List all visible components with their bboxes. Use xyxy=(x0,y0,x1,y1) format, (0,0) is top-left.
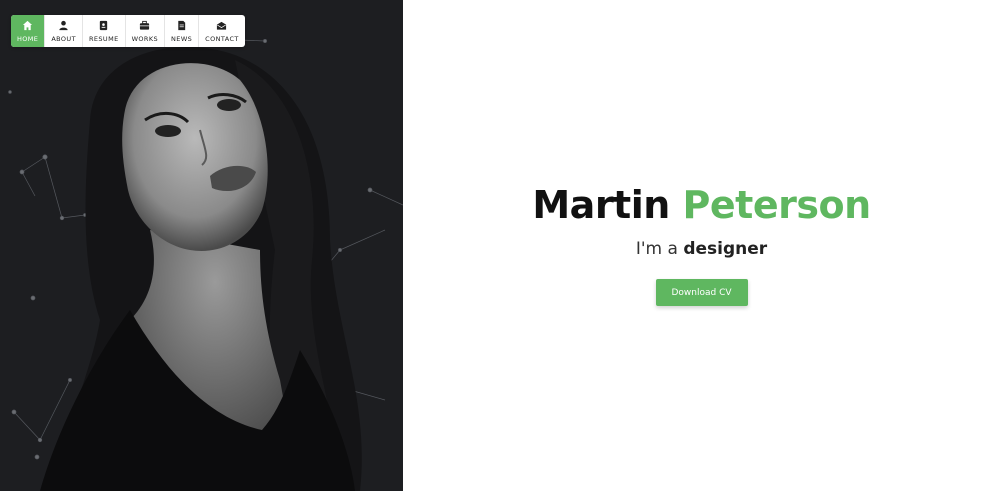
tagline-role: designer xyxy=(683,239,768,259)
nav-label: NEWS xyxy=(171,34,193,43)
hero-photo-panel xyxy=(0,0,403,491)
home-icon xyxy=(22,20,34,32)
hero-name: Martin Peterson xyxy=(532,183,872,227)
nav-item-works[interactable]: WORKS xyxy=(126,15,166,47)
first-name: Martin xyxy=(532,183,670,227)
portrait-image xyxy=(0,0,403,491)
nav-label: ABOUT xyxy=(51,34,76,43)
news-icon xyxy=(176,20,188,32)
resume-icon xyxy=(98,20,110,32)
nav-label: HOME xyxy=(17,34,39,43)
nav-item-about[interactable]: ABOUT xyxy=(45,15,83,47)
tagline-prefix: I'm a xyxy=(635,239,678,259)
hero-section: Martin Peterson I'm a designer Download … xyxy=(403,0,1000,491)
nav-item-news[interactable]: NEWS xyxy=(165,15,200,47)
download-cv-button[interactable]: Download CV xyxy=(655,279,748,306)
briefcase-icon xyxy=(139,20,151,32)
nav-label: CONTACT xyxy=(205,34,239,43)
envelope-icon xyxy=(216,20,228,32)
hero-tagline: I'm a designer xyxy=(636,239,767,259)
nav-item-contact[interactable]: CONTACT xyxy=(199,15,245,47)
last-name: Peterson xyxy=(682,183,872,227)
main-nav: HOME ABOUT RESUME WORKS NEWS CONTACT xyxy=(11,15,245,47)
nav-item-resume[interactable]: RESUME xyxy=(83,15,126,47)
nav-item-home[interactable]: HOME xyxy=(11,15,46,47)
user-icon xyxy=(58,20,70,32)
nav-label: WORKS xyxy=(131,34,159,43)
nav-label: RESUME xyxy=(88,34,119,43)
